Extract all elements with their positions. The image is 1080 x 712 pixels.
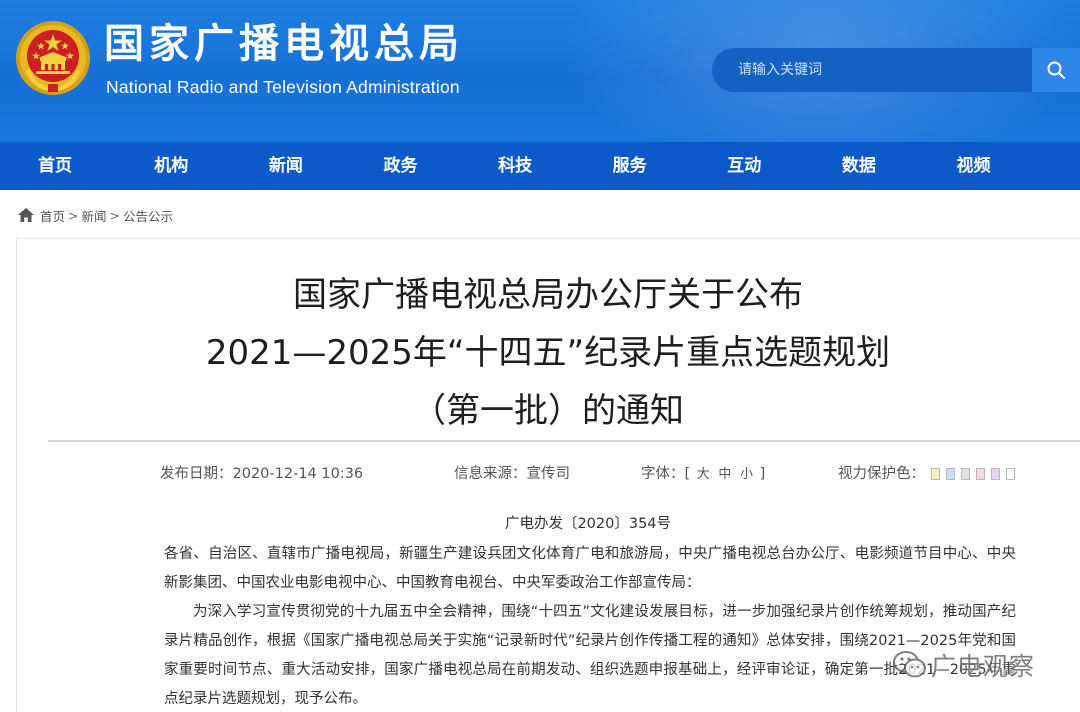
nav-item-data[interactable]: 数据 xyxy=(802,142,917,190)
info-source: 信息来源：宣传司 xyxy=(454,466,570,482)
article-body: 各省、自治区、直辖市广播电视局，新疆生产建设兵团文化体育广电和旅游局，中央广播电… xyxy=(164,540,1016,712)
eye-protection-control: 视力保护色： xyxy=(838,462,1015,486)
search-box xyxy=(712,48,1032,92)
eye-color-swatch[interactable] xyxy=(991,468,1000,480)
article-title-line: （第一批）的通知 xyxy=(412,391,684,431)
nav-item-home[interactable]: 首页 xyxy=(38,142,114,190)
breadcrumb: 首页 > 新闻 > 公告公示 xyxy=(18,205,173,225)
nav-item-news[interactable]: 新闻 xyxy=(229,142,344,190)
font-size-close: ] xyxy=(759,466,766,482)
nav-item-video[interactable]: 视频 xyxy=(916,142,1031,190)
home-icon xyxy=(18,208,34,222)
national-emblem-icon[interactable] xyxy=(14,18,92,98)
font-small-button[interactable]: 小 xyxy=(740,467,753,482)
eye-color-swatch[interactable] xyxy=(931,468,940,480)
article-title-line: 2021—2025年“十四五”纪录片重点选题规划 xyxy=(205,333,891,373)
nav-item-services[interactable]: 服务 xyxy=(572,142,687,190)
breadcrumb-separator: > xyxy=(109,207,120,223)
search-button[interactable] xyxy=(1032,48,1080,92)
search-input[interactable] xyxy=(738,48,1018,92)
wechat-icon xyxy=(893,651,926,678)
site-title[interactable]: 国家广播电视总局 xyxy=(104,18,464,70)
eye-protection-label: 视力保护色： xyxy=(838,466,925,482)
publish-date: 发布日期：2020-12-14 10:36 xyxy=(160,466,364,482)
breadcrumb-separator: > xyxy=(68,207,79,223)
article-paragraph: 各省、自治区、直辖市广播电视局，新疆生产建设兵团文化体育广电和旅游局，中央广播电… xyxy=(164,546,1016,591)
article-paragraph: 为深入学习宣传贯彻党的十九届五中全会精神，围绕“十四五”文化建设发展目标，进一步… xyxy=(164,604,1016,707)
eye-color-swatch[interactable] xyxy=(1006,468,1015,480)
font-size-label: 字体：[ xyxy=(641,466,691,482)
article-title-line: 国家广播电视总局办公厅关于公布 xyxy=(293,275,803,315)
title-divider xyxy=(48,440,1080,442)
font-large-button[interactable]: 大 xyxy=(697,467,710,482)
eye-color-swatch[interactable] xyxy=(976,468,985,480)
breadcrumb-news[interactable]: 新闻 xyxy=(82,206,107,225)
document-number: 广电办发〔2020〕354号 xyxy=(504,516,672,532)
article-title: 国家广播电视总局办公厅关于公布 2021—2025年“十四五”纪录片重点选题规划… xyxy=(48,266,1048,440)
nav-item-technology[interactable]: 科技 xyxy=(458,142,573,190)
nav-item-organization[interactable]: 机构 xyxy=(114,142,229,190)
search-icon xyxy=(1047,61,1065,79)
eye-color-swatch[interactable] xyxy=(946,468,955,480)
watermark: 广电观察 xyxy=(893,648,1035,682)
site-header: 国家广播电视总局 National Radio and Television A… xyxy=(0,0,1080,142)
site-subtitle-en[interactable]: National Radio and Television Administra… xyxy=(106,76,460,98)
nav-item-government-affairs[interactable]: 政务 xyxy=(343,142,458,190)
eye-color-swatch[interactable] xyxy=(961,468,970,480)
watermark-text: 广电观察 xyxy=(931,652,1036,681)
nav-item-interaction[interactable]: 互动 xyxy=(687,142,802,190)
main-nav: 首页 机构 新闻 政务 科技 服务 互动 数据 视频 xyxy=(0,142,1080,190)
font-medium-button[interactable]: 中 xyxy=(718,467,731,482)
breadcrumb-announcements[interactable]: 公告公示 xyxy=(123,206,173,225)
font-size-control: 字体：[ 大 中 小 ] xyxy=(641,462,765,486)
breadcrumb-home[interactable]: 首页 xyxy=(40,206,65,225)
